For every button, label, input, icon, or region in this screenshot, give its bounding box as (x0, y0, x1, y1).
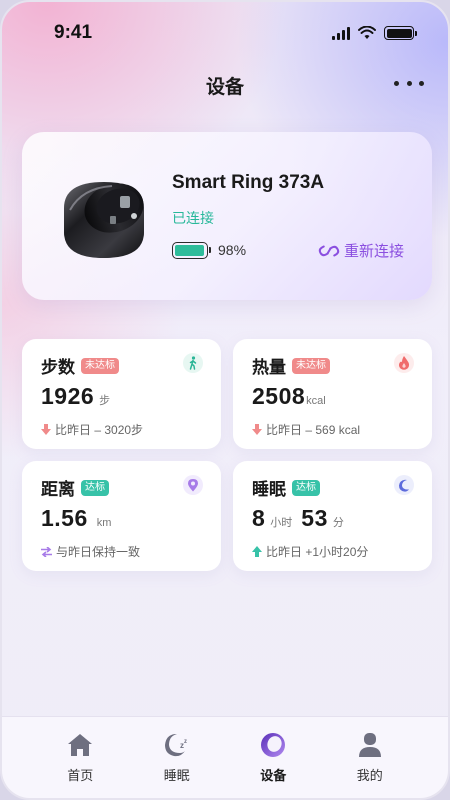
calories-title: 热量 (252, 358, 286, 377)
distance-status-badge: 达标 (81, 479, 109, 496)
reconnect-button[interactable]: 重新连接 (318, 240, 404, 261)
tab-home[interactable]: 首页 (50, 717, 110, 798)
calories-unit: kcal (306, 395, 326, 407)
distance-title: 距离 (41, 480, 75, 499)
battery-level-fill (175, 245, 205, 256)
moon-icon (394, 475, 414, 495)
calories-card[interactable]: 热量 未达标 2508 kcal 比昨日 – 569 kcal (233, 339, 432, 449)
device-name: Smart Ring 373A (172, 172, 325, 193)
distance-unit: km (96, 517, 112, 529)
distance-comparison: 与昨日保持一致 (41, 543, 140, 560)
walking-icon (183, 353, 203, 373)
battery-percent: 98% (218, 242, 247, 258)
tab-device-label: 设备 (260, 768, 287, 783)
tab-profile[interactable]: 我的 (340, 717, 400, 798)
sleep-minutes-unit: 分 (332, 517, 344, 529)
sleep-title: 睡眠 (252, 480, 286, 499)
calories-value: 2508 (252, 383, 306, 409)
signal-icon (332, 26, 350, 40)
location-pin-icon (183, 475, 203, 495)
sleep-card[interactable]: 睡眠 达标 8 小时 53 分 比昨日 +1小时20分 (233, 461, 432, 571)
tab-home-label: 首页 (67, 768, 94, 783)
link-icon (318, 245, 340, 256)
steps-value-row: 1926 步 (41, 383, 110, 410)
more-dot-icon (406, 80, 412, 86)
tab-device[interactable]: 设备 (243, 717, 303, 798)
connection-status: 已连接 (172, 210, 214, 226)
home-icon (66, 731, 94, 759)
sleep-comparison: 比昨日 +1小时20分 (252, 543, 368, 560)
reconnect-label: 重新连接 (343, 243, 404, 260)
page-title: 设备 (205, 77, 244, 98)
steps-status-badge: 未达标 (81, 357, 119, 374)
distance-value: 1.56 (41, 505, 88, 531)
ring-icon (259, 731, 287, 759)
more-dot-icon (394, 80, 399, 86)
calories-comparison: 比昨日 – 569 kcal (252, 421, 360, 438)
calories-status-badge: 未达标 (292, 357, 330, 374)
sleep-status-badge: 达标 (292, 479, 320, 496)
distance-card[interactable]: 距离 达标 1.56 km 与昨日保持一致 (22, 461, 221, 571)
equal-arrows-icon (41, 546, 52, 557)
steps-title-row: 步数 未达标 (41, 353, 119, 378)
more-options-button[interactable] (394, 72, 424, 94)
steps-value: 1926 (41, 383, 95, 409)
steps-unit: 步 (99, 395, 111, 407)
tab-sleep[interactable]: z z 睡眠 (147, 717, 207, 798)
flame-icon (394, 353, 414, 373)
device-battery-icon (172, 242, 211, 259)
sleep-minutes-value: 53 (301, 505, 328, 531)
distance-title-row: 距离 达标 (41, 475, 109, 500)
svg-text:z: z (184, 739, 187, 745)
status-time: 9:41 (54, 22, 93, 43)
distance-comparison-text: 与昨日保持一致 (56, 545, 141, 559)
status-icons (332, 26, 417, 40)
status-bar: 9:41 (2, 2, 448, 62)
smart-ring-image (64, 182, 144, 258)
sleep-hours-value: 8 (252, 505, 266, 531)
arrow-down-icon (252, 424, 262, 435)
calories-title-row: 热量 未达标 (252, 353, 330, 378)
sleep-hours-unit: 小时 (270, 517, 293, 529)
tab-sleep-label: 睡眠 (163, 768, 190, 783)
phone-screen: 9:41 设备 Smart Ring 373A 已连接 98% 重新连接 步数 … (0, 0, 450, 800)
sleep-title-row: 睡眠 达标 (252, 475, 320, 500)
bottom-tab-bar: 首页 z z 睡眠 设备 我的 (2, 716, 448, 798)
more-dot-icon (419, 80, 424, 86)
sleep-value-row: 8 小时 53 分 (252, 505, 344, 532)
profile-icon (356, 731, 384, 759)
tab-profile-label: 我的 (356, 768, 383, 783)
status-battery-icon (384, 26, 417, 40)
steps-card[interactable]: 步数 未达标 1926 步 比昨日 – 3020步 (22, 339, 221, 449)
calories-comparison-text: 比昨日 – 569 kcal (266, 423, 361, 437)
sleep-icon: z z (163, 731, 191, 759)
distance-value-row: 1.56 km (41, 505, 111, 532)
steps-title: 步数 (41, 358, 75, 377)
steps-comparison-text: 比昨日 – 3020步 (55, 423, 144, 437)
arrow-down-icon (41, 424, 51, 435)
steps-comparison: 比昨日 – 3020步 (41, 421, 143, 438)
sleep-comparison-text: 比昨日 +1小时20分 (266, 545, 369, 559)
calories-value-row: 2508 kcal (252, 383, 326, 410)
arrow-up-icon (252, 546, 262, 557)
device-card[interactable]: Smart Ring 373A 已连接 98% 重新连接 (22, 132, 432, 300)
wifi-icon (358, 26, 376, 39)
